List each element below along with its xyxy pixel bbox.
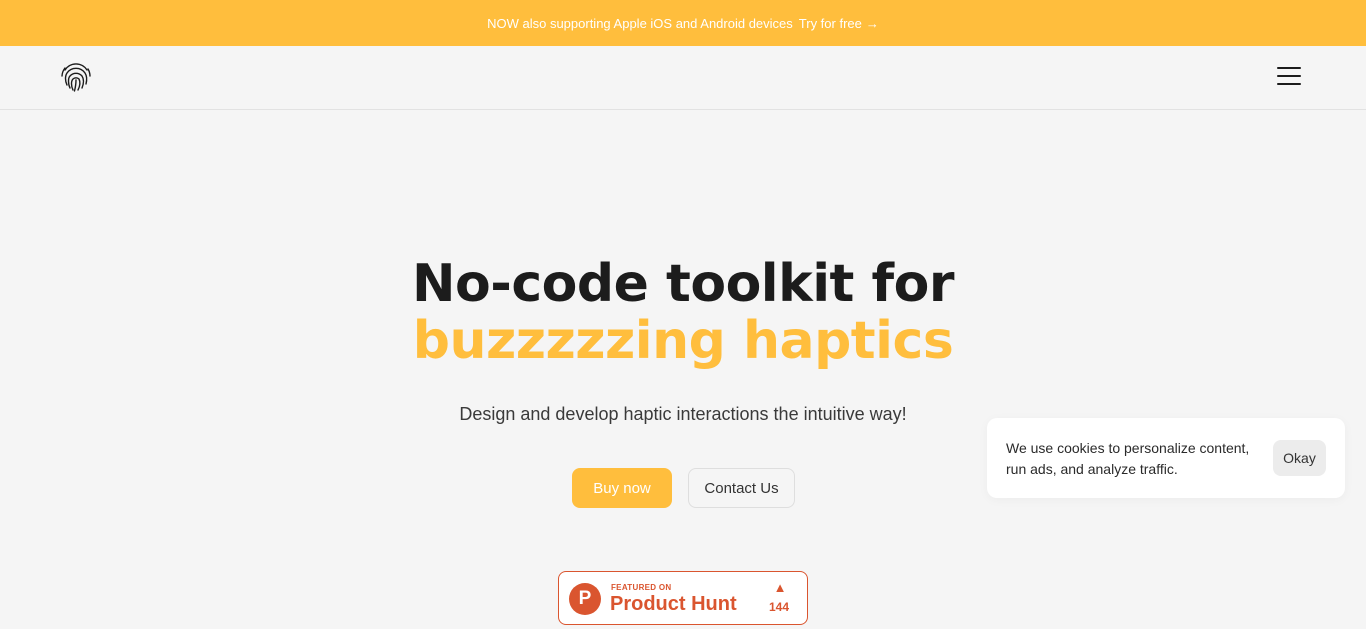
- menu-line: [1277, 67, 1301, 69]
- hamburger-menu-icon[interactable]: [1272, 64, 1306, 88]
- navbar: [0, 46, 1366, 110]
- product-hunt-badge[interactable]: P FEATURED ON Product Hunt ▲ 144: [558, 571, 808, 625]
- try-for-free-link[interactable]: Try for free →: [799, 16, 879, 31]
- arrow-right-icon: →: [865, 15, 879, 31]
- banner-message: NOW also supporting Apple iOS and Androi…: [487, 15, 793, 31]
- cookie-banner: We use cookies to personalize content, r…: [987, 418, 1345, 498]
- buy-now-button[interactable]: Buy now: [572, 468, 672, 508]
- hero-headline: No-code toolkit for buzzzzzing haptics: [0, 256, 1366, 370]
- announcement-banner: NOW also supporting Apple iOS and Androi…: [0, 0, 1366, 46]
- headline-line-1: No-code toolkit for: [412, 254, 954, 314]
- fingerprint-icon[interactable]: [58, 58, 94, 94]
- cookie-text: We use cookies to personalize content, r…: [1006, 440, 1250, 477]
- upvote-count: 144: [768, 600, 790, 614]
- triangle-up-icon: ▲: [773, 580, 787, 595]
- try-for-free-label: Try for free: [798, 15, 862, 31]
- contact-us-button[interactable]: Contact Us: [688, 468, 795, 508]
- product-hunt-name: Product Hunt: [610, 593, 737, 615]
- product-hunt-logo: P: [569, 583, 601, 615]
- featured-on-label: FEATURED ON: [611, 583, 672, 592]
- menu-line: [1277, 75, 1301, 77]
- headline-line-2: buzzzzzing haptics: [412, 311, 954, 371]
- cookie-okay-button[interactable]: Okay: [1273, 440, 1326, 476]
- menu-line: [1277, 83, 1301, 85]
